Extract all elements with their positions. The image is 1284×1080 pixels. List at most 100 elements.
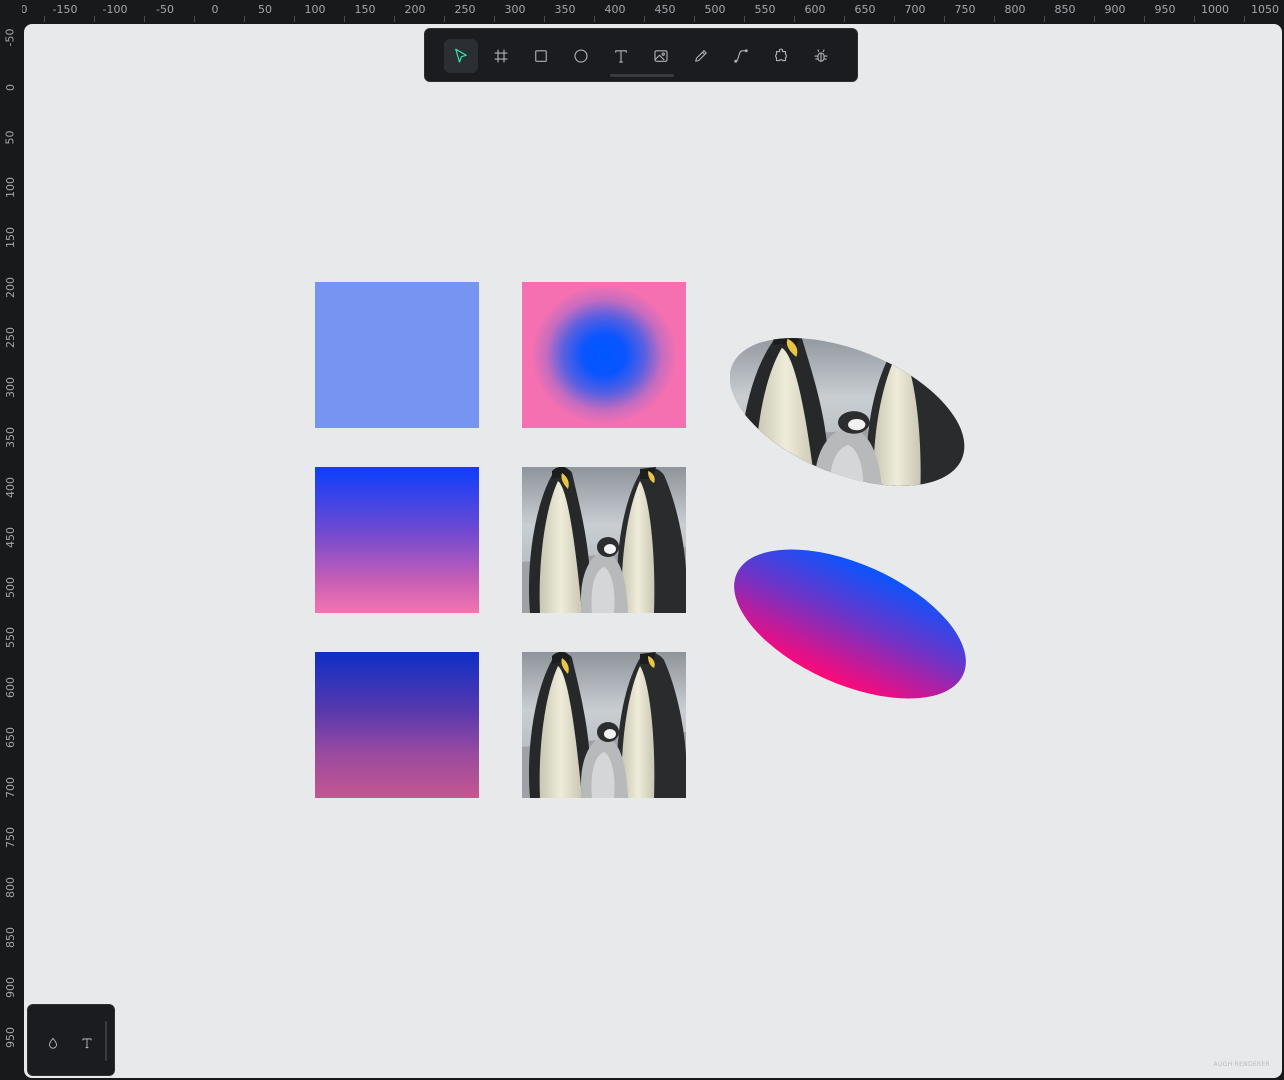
ruler-tick-mark [244, 16, 245, 22]
ruler-tick-mark [194, 16, 195, 22]
ruler-tick-label: 800 [3, 876, 17, 898]
ruler-tick-label: 50 [258, 3, 272, 16]
ruler-tick-mark [694, 16, 695, 22]
ruler-tick-label: 750 [3, 826, 17, 848]
ruler-tick-mark [1094, 16, 1095, 22]
ruler-tick-mark [594, 16, 595, 22]
palette-divider [105, 1021, 107, 1061]
ruler-tick-label: 900 [3, 976, 17, 998]
puzzle-icon [775, 48, 787, 62]
ruler-tick-label: 400 [604, 3, 626, 16]
ruler-tick-mark [294, 16, 295, 22]
ruler-tick-label: 950 [1154, 3, 1176, 16]
ruler-tick-label: 650 [854, 3, 876, 16]
path-icon [734, 49, 748, 63]
ruler-tick-label: 600 [804, 3, 826, 16]
rectangle-icon [535, 50, 547, 62]
ruler-tick-label: 0 [3, 83, 17, 91]
ruler-tick-label: 800 [1004, 3, 1026, 16]
tool-rectangle[interactable] [524, 39, 558, 73]
ruler-tick-label: 650 [3, 726, 17, 748]
ellipse-image-fill[interactable] [724, 326, 970, 498]
ruler-tick-label: 450 [3, 526, 17, 548]
ruler-tick-mark [544, 16, 545, 22]
ruler-tick-label: 250 [3, 326, 17, 348]
ruler-tick-label: 500 [704, 3, 726, 16]
toolbar-drag-handle[interactable] [610, 74, 674, 77]
text-palette-button[interactable] [75, 1031, 99, 1055]
vertical-ruler: -50 0 50 100 150 200 250 300 350 400 450 500 550 600 6… [0, 0, 22, 1080]
watermark: AUGH RENDERER [1213, 1061, 1270, 1068]
ruler-tick-mark [794, 16, 795, 22]
ruler-tick-label: 100 [304, 3, 326, 16]
ruler-tick-mark [744, 16, 745, 22]
palette-bar [27, 1004, 115, 1076]
ruler-tick-label: 350 [3, 426, 17, 448]
rectangle-radial-gradient[interactable] [522, 282, 686, 428]
ruler-tick-label: 1050 [1251, 3, 1279, 16]
tool-text[interactable] [604, 39, 638, 73]
tool-move[interactable] [444, 39, 478, 73]
image-penguins[interactable] [522, 652, 686, 798]
color-palette-button[interactable] [41, 1031, 65, 1055]
ruler-tick-label: 150 [3, 226, 17, 248]
ruler-tick-label: 550 [3, 626, 17, 648]
ruler-tick-label: 300 [3, 376, 17, 398]
horizontal-ruler: 0 -150 -100 -50 0 50 100 150 200 250 300 350 400 450 5… [0, 0, 1284, 22]
ruler-tick-label: -100 [102, 3, 128, 16]
ruler-tick-label: -50 [156, 3, 174, 16]
ruler-tick-label: 700 [904, 3, 926, 16]
pointer-icon [455, 48, 467, 63]
ruler-tick-mark [1144, 16, 1145, 22]
ruler-tick-label: 500 [3, 576, 17, 598]
ruler-tick-mark [394, 16, 395, 22]
rectangle-linear-gradient-dark[interactable] [315, 652, 479, 798]
image-icon [654, 50, 668, 62]
ruler-tick-label: 200 [404, 3, 426, 16]
tool-debug[interactable] [804, 39, 838, 73]
rectangle-flat-fill[interactable] [315, 282, 479, 428]
tool-image[interactable] [644, 39, 678, 73]
text-icon [82, 1038, 92, 1049]
droplet-icon [49, 1037, 57, 1049]
rectangle-linear-gradient[interactable] [315, 467, 479, 613]
ruler-tick-mark [494, 16, 495, 22]
tool-ellipse[interactable] [564, 39, 598, 73]
text-icon [615, 50, 627, 63]
ruler-tick-label: 950 [3, 1026, 17, 1048]
ruler-tick-mark [944, 16, 945, 22]
ruler-tick-label: 750 [954, 3, 976, 16]
ruler-tick-label: -50 [3, 28, 17, 46]
board-icon [494, 49, 508, 63]
ruler-tick-label: 850 [3, 926, 17, 948]
ruler-tick-mark [1244, 16, 1245, 22]
ruler-tick-label: 50 [3, 130, 17, 144]
ruler-tick-label: 600 [3, 676, 17, 698]
image-penguins[interactable] [522, 467, 686, 613]
ruler-tick-label: 850 [1054, 3, 1076, 16]
tool-path[interactable] [724, 39, 758, 73]
ruler-tick-label: 900 [1104, 3, 1126, 16]
ruler-tick-mark [994, 16, 995, 22]
pencil-icon [695, 50, 707, 62]
ruler-tick-mark [1044, 16, 1045, 22]
tool-pencil[interactable] [684, 39, 718, 73]
ruler-tick-label: 350 [554, 3, 576, 16]
ruler-tick-label: 200 [3, 276, 17, 298]
ruler-tick-mark [94, 16, 95, 22]
ruler-tick-label: 1000 [1201, 3, 1229, 16]
ruler-tick-label: -150 [52, 3, 78, 16]
tool-board[interactable] [484, 39, 518, 73]
ruler-tick-mark [44, 16, 45, 22]
ruler-tick-label: 550 [754, 3, 776, 16]
ruler-tick-label: 150 [354, 3, 376, 16]
tool-plugins[interactable] [764, 39, 798, 73]
ruler-tick-mark [644, 16, 645, 22]
ellipse-linear-gradient[interactable] [730, 540, 976, 708]
ruler-tick-label: 450 [654, 3, 676, 16]
ruler-tick-label: 0 [211, 3, 219, 16]
ruler-tick-label: 100 [3, 176, 17, 198]
ruler-tick-label: 400 [3, 476, 17, 498]
ruler-tick-mark [844, 16, 845, 22]
ruler-tick-mark [344, 16, 345, 22]
